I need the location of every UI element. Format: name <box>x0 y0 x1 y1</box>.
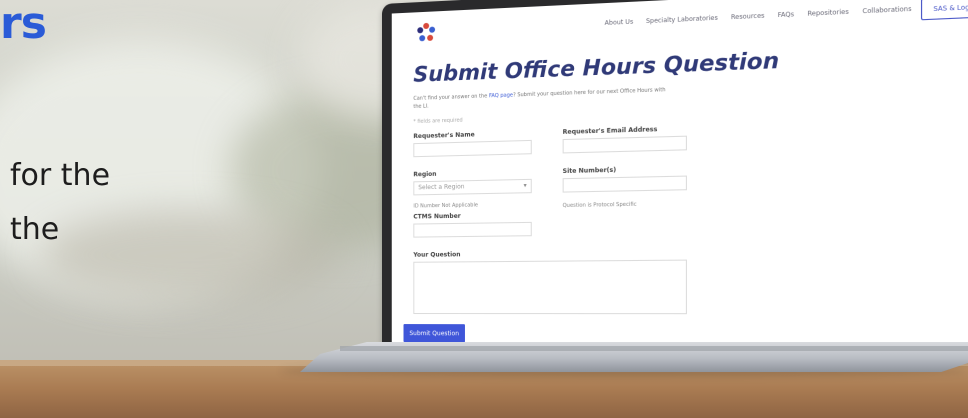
site-number-label: Site Number(s) <box>562 166 617 176</box>
id-number-radio-group[interactable]: ID Number Not Applicable <box>413 202 478 209</box>
region-label: Region <box>413 170 437 179</box>
site-number-input[interactable] <box>562 175 687 193</box>
requester-name-input[interactable] <box>413 139 532 158</box>
laptop-hinge <box>340 346 968 351</box>
required-note: * fields are required <box>413 117 463 126</box>
nav-resources[interactable]: Resources <box>731 12 765 21</box>
login-button[interactable]: SAS & Login <box>920 0 968 21</box>
body-line-1: for the <box>10 158 111 193</box>
intro-text: Can't find your answer on the FAQ page? … <box>413 86 669 111</box>
nav-collaborations[interactable]: Collaborations <box>862 6 911 16</box>
site-header: About Us Specialty Laboratories Resource… <box>392 0 968 58</box>
region-select-value: Select a Region <box>418 183 465 192</box>
protocol-specific-checkbox[interactable]: Question is Protocol Specific <box>563 202 637 209</box>
submit-question-button[interactable]: Submit Question <box>403 324 465 343</box>
faq-link[interactable]: FAQ page <box>489 92 513 99</box>
requester-email-label: Requester's Email Address <box>562 125 658 136</box>
flower-logo-icon[interactable] <box>415 21 437 44</box>
region-select[interactable]: Select a Region ▾ <box>413 178 532 196</box>
ctms-number-input[interactable] <box>413 221 532 238</box>
body-line-2: the <box>10 212 60 247</box>
question-label: Your Question <box>413 251 461 259</box>
nav-specialty-laboratories[interactable]: Specialty Laboratories <box>646 14 718 25</box>
ctms-number-label: CTMS Number <box>413 212 461 221</box>
nav-repositories[interactable]: Repositories <box>807 8 848 17</box>
background-blur <box>40 210 340 300</box>
intro-prefix: Can't find your answer on the <box>413 93 489 102</box>
requester-name-label: Requester's Name <box>413 131 475 141</box>
question-textarea[interactable] <box>413 259 687 315</box>
headline-fragment: rs <box>0 0 47 49</box>
nav-about-us[interactable]: About Us <box>605 18 634 27</box>
web-page: About Us Specialty Laboratories Resource… <box>391 0 968 355</box>
chevron-down-icon: ▾ <box>523 182 527 190</box>
nav-faqs[interactable]: FAQs <box>778 11 794 19</box>
laptop-screen: About Us Specialty Laboratories Resource… <box>382 0 968 361</box>
main-nav: About Us Specialty Laboratories Resource… <box>605 6 912 27</box>
requester-email-input[interactable] <box>562 135 687 154</box>
